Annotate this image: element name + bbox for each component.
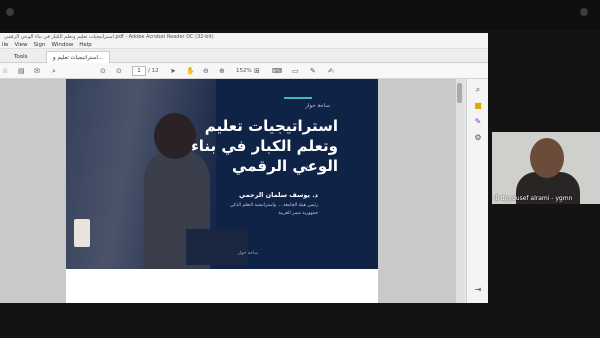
slide-title-line3: الوعي الرقمي bbox=[232, 157, 338, 175]
select-arrow-icon[interactable]: ➤ bbox=[170, 66, 176, 76]
keyboard-icon[interactable]: ⌨ bbox=[272, 66, 282, 76]
slide-photo bbox=[66, 79, 248, 269]
zoom-level[interactable]: 152% bbox=[236, 66, 252, 76]
comment-tool-icon[interactable]: ■ bbox=[473, 101, 483, 111]
main-toolbar: ☆ ▤ ✉ ⌕ ⊙ ⊙ 1 / 12 ➤ ✋ ⊖ ⊕ 152% ⊞ ⌨ ▭ ✎ … bbox=[0, 63, 488, 79]
menu-item-view[interactable]: View bbox=[14, 41, 27, 48]
previous-page-icon[interactable]: ⊙ bbox=[100, 66, 106, 76]
email-icon[interactable]: ✉ bbox=[34, 66, 40, 76]
tab-document[interactable]: استراتيجيات تعليم و... bbox=[46, 51, 111, 63]
fit-page-icon[interactable]: ⊞ bbox=[254, 66, 260, 76]
tab-tools[interactable]: Tools bbox=[8, 51, 34, 63]
pdf-page: ساحة حوار استراتيجيات تعليم وتعلم الكبار… bbox=[66, 79, 378, 303]
window-control-icon[interactable] bbox=[580, 8, 588, 16]
sign-icon[interactable]: ✍ bbox=[328, 66, 334, 76]
crosshair-icon: + bbox=[304, 163, 311, 172]
presenter-name: د. يوسف سلمان الرحمي bbox=[239, 191, 318, 199]
comment-icon[interactable]: ▭ bbox=[292, 66, 299, 76]
laptop-shape bbox=[186, 229, 248, 265]
print-icon[interactable]: ▤ bbox=[18, 66, 25, 76]
page-total: / 12 bbox=[148, 68, 159, 74]
tab-row: Tools استراتيجيات تعليم و... bbox=[0, 49, 488, 63]
meeting-top-bar bbox=[0, 0, 600, 30]
slide-title-line2: وتعلم الكبار في بناء bbox=[191, 137, 338, 155]
menu-item-window[interactable]: Window bbox=[52, 41, 74, 48]
right-tools-panel: ⌕ ■ ✎ ⚙ ⇥ bbox=[466, 79, 488, 303]
star-icon[interactable]: ☆ bbox=[2, 66, 8, 76]
menu-bar: ile View Sign Window Help bbox=[0, 41, 488, 49]
slide-footer: ساحة حوار bbox=[237, 251, 258, 256]
person-head bbox=[154, 113, 196, 159]
participant-label: ill dr.yousef alrami - ygmn bbox=[494, 195, 573, 202]
window-title: استراتيجيات تعليم وتعلم الكبار في بناء ا… bbox=[0, 33, 488, 41]
cup-shape bbox=[74, 219, 90, 247]
participant-video[interactable]: ill dr.yousef alrami - ygmn bbox=[492, 132, 600, 204]
slide-kicker: ساحة حوار bbox=[305, 103, 330, 109]
hand-tool-icon[interactable]: ✋ bbox=[186, 66, 195, 76]
menu-item-help[interactable]: Help bbox=[79, 41, 92, 48]
zoom-out-icon[interactable]: ⊖ bbox=[203, 66, 209, 76]
window-control-icon[interactable] bbox=[6, 8, 14, 16]
slide: ساحة حوار استراتيجيات تعليم وتعلم الكبار… bbox=[66, 79, 378, 269]
menu-item-sign[interactable]: Sign bbox=[34, 41, 46, 48]
collapse-panel-icon[interactable]: ⇥ bbox=[473, 285, 483, 295]
scrollbar-thumb[interactable] bbox=[457, 83, 462, 103]
pen-icon[interactable]: ✎ bbox=[310, 66, 316, 76]
more-tools-icon[interactable]: ⚙ bbox=[473, 133, 483, 143]
presenter-role-line1: رئيس هيئة الجامعة ... واستراتيجية التعلم… bbox=[230, 203, 318, 208]
fill-sign-icon[interactable]: ✎ bbox=[473, 117, 483, 127]
zoom-search-icon[interactable]: ⌕ bbox=[473, 85, 483, 95]
zoom-in-icon[interactable]: ⊕ bbox=[219, 66, 225, 76]
accent-line bbox=[284, 97, 312, 99]
slide-title-line1: استراتيجيات تعليم bbox=[204, 117, 338, 135]
search-icon[interactable]: ⌕ bbox=[52, 66, 56, 76]
participant-head bbox=[530, 138, 564, 178]
menu-item-file[interactable]: ile bbox=[2, 41, 8, 48]
vertical-scrollbar[interactable] bbox=[456, 79, 464, 303]
presenter-role-line2: جمهورية مصر العربية bbox=[278, 211, 318, 216]
next-page-icon[interactable]: ⊙ bbox=[116, 66, 122, 76]
page-number-input[interactable]: 1 bbox=[132, 66, 146, 76]
screen-share-view: استراتيجيات تعليم وتعلم الكبار في بناء ا… bbox=[0, 0, 600, 338]
document-viewer[interactable]: ساحة حوار استراتيجيات تعليم وتعلم الكبار… bbox=[0, 79, 462, 303]
